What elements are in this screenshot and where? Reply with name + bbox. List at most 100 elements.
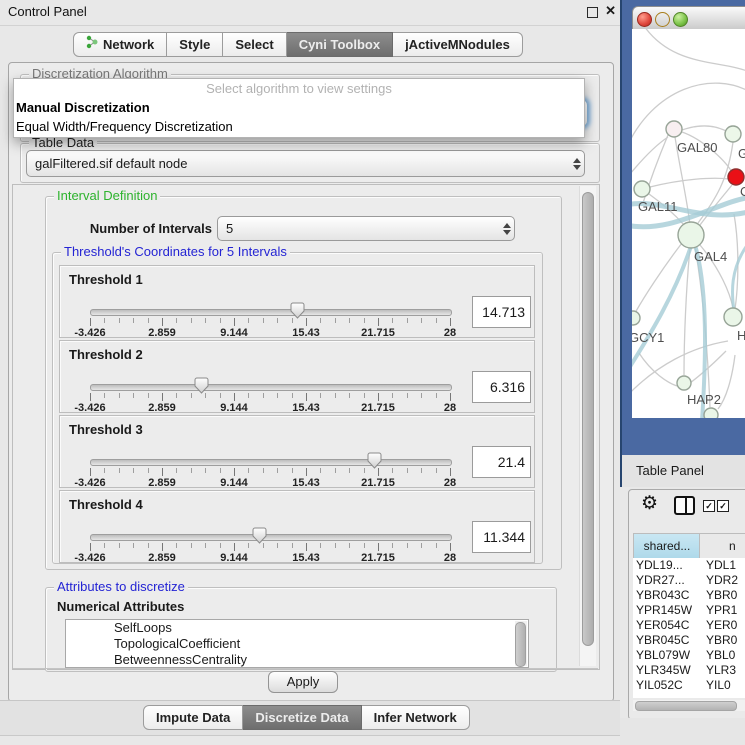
slider-tick: [248, 468, 249, 473]
network-view-canvas[interactable]: GAL80GACGAL11GAL4GCY1HHAP2: [632, 29, 745, 418]
slider-tick-label: 21.715: [361, 327, 395, 339]
threshold-value-field[interactable]: 11.344: [472, 521, 531, 553]
tab-infer-network[interactable]: Infer Network: [362, 705, 470, 730]
numerical-attributes-list[interactable]: SelfLoopsTopologicalCoefficientBetweenne…: [65, 619, 529, 668]
slider-tick: [162, 468, 163, 476]
slider-tick-label: 15.43: [292, 402, 320, 414]
checkbox-icon[interactable]: ✓: [703, 500, 715, 512]
network-node-gal11[interactable]: [634, 181, 650, 197]
slider-thumb[interactable]: [252, 527, 267, 547]
slider-track[interactable]: [90, 384, 452, 391]
network-window-titlebar[interactable]: [632, 6, 745, 31]
slider-track[interactable]: [90, 309, 452, 316]
checkbox-icon[interactable]: ✓: [717, 500, 729, 512]
network-node[interactable]: [704, 408, 718, 418]
table-row[interactable]: YER054CYER0: [633, 618, 745, 633]
horizontal-scrollbar-thumb[interactable]: [635, 701, 737, 711]
table-row[interactable]: YDL19...YDL1: [633, 558, 745, 573]
table-row[interactable]: YBL079WYBL0: [633, 648, 745, 663]
network-node-label: HAP2: [687, 392, 721, 407]
slider-tick: [349, 393, 350, 398]
column-header-name[interactable]: n: [699, 533, 745, 559]
slider-thumb[interactable]: [290, 302, 305, 322]
split-columns-icon[interactable]: [674, 496, 695, 515]
slider-tick: [133, 543, 134, 548]
slider-tick: [248, 543, 249, 548]
network-node-c[interactable]: [728, 169, 744, 185]
network-node-gcy1[interactable]: [632, 311, 640, 325]
slider-tick: [436, 543, 437, 548]
traffic-light-zoom-icon[interactable]: [673, 12, 688, 27]
network-node-ga[interactable]: [725, 126, 741, 142]
slider-tick: [407, 318, 408, 323]
table-data-combobox[interactable]: galFiltered.sif default node: [26, 150, 585, 177]
tab-impute-data[interactable]: Impute Data: [143, 705, 243, 730]
slider-tick: [277, 543, 278, 548]
slider-track[interactable]: [90, 459, 452, 466]
slider-tick: [263, 393, 264, 398]
tab-select[interactable]: Select: [223, 32, 286, 57]
horizontal-scrollbar-track[interactable]: [633, 700, 745, 711]
tab-discretize-data[interactable]: Discretize Data: [243, 705, 361, 730]
slider-tick: [234, 393, 235, 401]
slider-tick: [234, 543, 235, 551]
tab-cyni-toolbox[interactable]: Cyni Toolbox: [287, 32, 393, 57]
algorithm-option[interactable]: Equal Width/Frequency Discretization: [14, 117, 584, 136]
list-scrollbar-track[interactable]: [515, 621, 527, 666]
slider-tick: [205, 543, 206, 548]
list-item[interactable]: TopologicalCoefficient: [66, 636, 528, 652]
cell-name: YDR2: [702, 573, 738, 588]
table-row[interactable]: YDR27...YDR2: [633, 573, 745, 588]
cell-shared-name: YBR045C: [633, 633, 702, 648]
table-row[interactable]: YLR345WYLR3: [633, 663, 745, 678]
threshold-value-field[interactable]: 6.316: [472, 371, 531, 403]
network-node-hap2[interactable]: [677, 376, 691, 390]
slider-tick: [176, 468, 177, 473]
slider-tick: [104, 393, 105, 398]
slider-thumb[interactable]: [194, 377, 209, 397]
list-item[interactable]: SelfLoops: [66, 620, 528, 636]
slider-tick: [162, 318, 163, 326]
traffic-light-close-icon[interactable]: [637, 12, 652, 27]
slider-tick-label: 21.715: [361, 552, 395, 564]
vertical-scrollbar-thumb[interactable]: [582, 192, 594, 646]
table-row[interactable]: YBR045CYBR0: [633, 633, 745, 648]
tab-style[interactable]: Style: [167, 32, 223, 57]
gear-icon[interactable]: ⚙: [641, 492, 658, 515]
slider-tick-label: 9.144: [220, 327, 248, 339]
control-panel-title: Control Panel: [8, 4, 87, 19]
close-icon[interactable]: ✕: [605, 3, 616, 19]
table-row[interactable]: YPR145WYPR1: [633, 603, 745, 618]
slider-tick: [349, 468, 350, 473]
slider-track[interactable]: [90, 534, 452, 541]
attributes-group-title: Attributes to discretize: [54, 579, 188, 594]
network-node-label: H: [737, 328, 745, 343]
cell-shared-name: YBR043C: [633, 588, 702, 603]
threshold-value-field[interactable]: 21.4: [472, 446, 531, 478]
table-row[interactable]: YIL052CYIL0: [633, 678, 745, 693]
tab-jactivemnodules[interactable]: jActiveMNodules: [393, 32, 523, 57]
apply-button[interactable]: Apply: [268, 671, 338, 693]
slider-thumb[interactable]: [367, 452, 382, 472]
list-item[interactable]: BetweennessCentrality: [66, 652, 528, 668]
slider-tick: [277, 393, 278, 398]
slider-tick-label: -3.426: [74, 477, 105, 489]
network-node-gal80[interactable]: [666, 121, 682, 137]
network-node-h[interactable]: [724, 308, 742, 326]
list-scrollbar-thumb[interactable]: [515, 622, 526, 667]
slider-tick: [162, 393, 163, 401]
algorithm-option[interactable]: Manual Discretization: [14, 98, 584, 117]
num-intervals-combobox[interactable]: 5: [217, 216, 515, 241]
tab-network[interactable]: Network: [73, 32, 167, 57]
network-node-gal4[interactable]: [678, 222, 704, 248]
traffic-light-minimize-icon[interactable]: [655, 12, 670, 27]
slider-tick: [220, 393, 221, 398]
column-header-shared-name[interactable]: shared...: [633, 533, 701, 559]
slider-tick: [90, 543, 91, 551]
slider-tick: [349, 318, 350, 323]
slider-tick: [421, 393, 422, 398]
table-row[interactable]: YBR043CYBR0: [633, 588, 745, 603]
float-window-icon[interactable]: [587, 7, 598, 18]
apply-divider: [13, 668, 598, 669]
threshold-value-field[interactable]: 14.713: [472, 296, 531, 328]
